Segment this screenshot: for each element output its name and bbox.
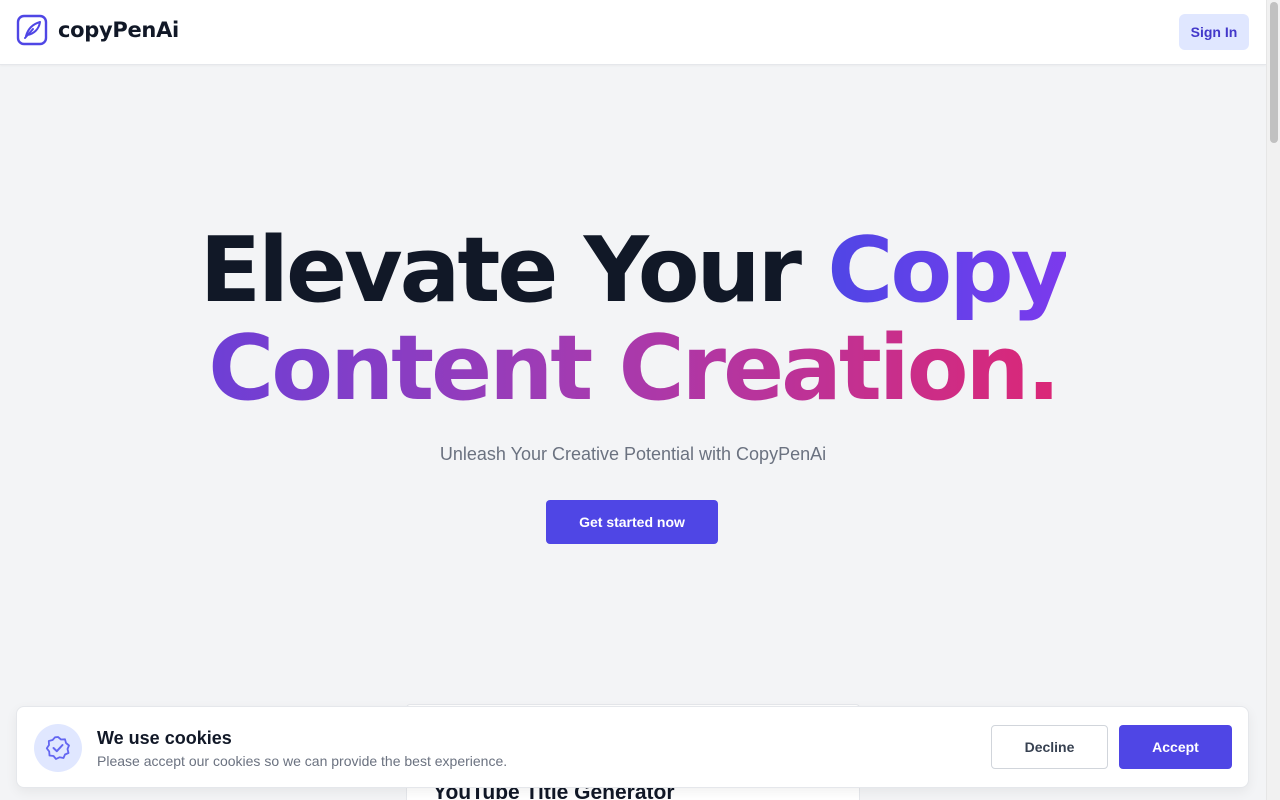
headline-line1-plain: Elevate Your — [199, 218, 802, 323]
hero-headline: Elevate Your Copy Content Creation. — [0, 222, 1266, 418]
logo[interactable]: copyPenAi — [16, 14, 179, 46]
hero-subtitle: Unleash Your Creative Potential with Cop… — [439, 444, 827, 464]
page-scrollbar[interactable] — [1266, 0, 1280, 800]
decline-button[interactable]: Decline — [991, 725, 1108, 769]
cookie-message: Please accept our cookies so we can prov… — [97, 753, 508, 769]
get-started-button[interactable]: Get started now — [546, 500, 718, 544]
headline-line2-accent: Content Creation. — [208, 316, 1061, 421]
brand-name: copyPenAi — [58, 18, 179, 42]
cookie-banner: We use cookies Please accept our cookies… — [16, 706, 1249, 788]
cookie-title: We use cookies — [97, 728, 232, 748]
scrollbar-thumb[interactable] — [1270, 2, 1278, 143]
badge-check-icon — [34, 724, 82, 772]
feather-pen-icon — [16, 14, 48, 46]
headline-line1-accent: Copy — [827, 218, 1069, 323]
accept-button[interactable]: Accept — [1119, 725, 1232, 769]
sign-in-button[interactable]: Sign In — [1179, 14, 1249, 50]
site-header: copyPenAi Sign In — [0, 0, 1266, 65]
